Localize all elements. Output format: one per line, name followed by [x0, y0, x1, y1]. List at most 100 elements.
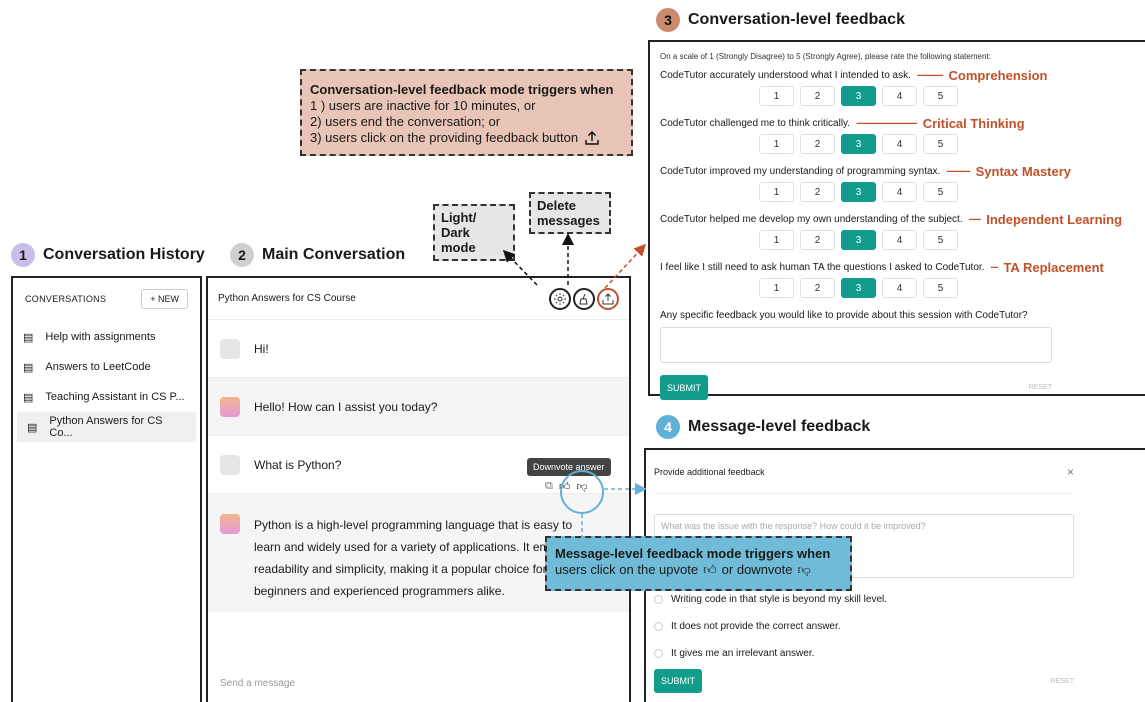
reset-button[interactable]: RESET [1051, 678, 1074, 685]
share-upload-icon [585, 131, 599, 145]
dimension-label: TA Replacement [1003, 260, 1104, 275]
survey-question: CodeTutor improved my understanding of p… [660, 164, 1136, 202]
likert-option[interactable]: 4 [882, 134, 917, 154]
likert-option[interactable]: 3 [841, 134, 876, 154]
sidebar-item-label: Help with assignments [45, 331, 156, 343]
likert-option[interactable]: 4 [882, 278, 917, 298]
question-text: I feel like I still need to ask human TA… [660, 262, 985, 273]
survey-actions: SUBMIT RESET [660, 375, 1052, 400]
delete-messages-button[interactable] [573, 287, 595, 310]
sidebar-item[interactable]: ▤ Answers to LeetCode [13, 352, 200, 382]
chat-icon: ▤ [23, 361, 34, 374]
note-text: or downvote [721, 562, 793, 577]
section-title: Conversation-level feedback [688, 11, 905, 28]
survey-question: CodeTutor challenged me to think critica… [660, 116, 1136, 154]
message-trigger-note: Message-level feedback mode triggers whe… [545, 536, 852, 591]
likert-scale: 12345 [759, 278, 1136, 298]
likert-option[interactable]: 3 [841, 182, 876, 202]
likert-option[interactable]: 5 [923, 182, 958, 202]
chat-icon: ▤ [23, 391, 34, 404]
sidebar-header: CONVERSATIONS + NEW [13, 278, 200, 320]
option-label: It gives me an irrelevant answer. [671, 648, 815, 659]
section-3-header: 3 Conversation-level feedback [656, 8, 905, 32]
sidebar-item[interactable]: ▤ Help with assignments [13, 322, 200, 352]
likert-option[interactable]: 4 [882, 86, 917, 106]
submit-button[interactable]: SUBMIT [654, 669, 702, 693]
likert-option[interactable]: 2 [800, 182, 835, 202]
note-line: 1 ) users are inactive for 10 minutes, o… [310, 98, 536, 113]
new-conversation-button[interactable]: + NEW [141, 289, 188, 309]
broom-icon [579, 293, 588, 304]
message-input[interactable]: Send a message [220, 678, 295, 689]
close-icon[interactable]: × [1067, 465, 1074, 479]
message-text: Hello! How can I assist you today? [254, 399, 438, 414]
option-label: It does not provide the correct answer. [671, 621, 841, 632]
theme-toggle-button[interactable] [549, 287, 571, 310]
sidebar-item-label: Teaching Assistant in CS P... [45, 391, 185, 403]
user-avatar [220, 454, 240, 475]
reset-button[interactable]: RESET [1029, 384, 1052, 391]
assistant-avatar [220, 514, 240, 534]
survey-question: CodeTutor accurately understood what I i… [660, 68, 1136, 106]
feedback-option[interactable]: It gives me an irrelevant answer. [654, 640, 1138, 667]
message-user: Hi! [208, 320, 629, 378]
survey-questions: CodeTutor accurately understood what I i… [660, 68, 1136, 298]
message-text: Hi! [254, 341, 269, 356]
survey-intro: On a scale of 1 (Strongly Disagree) to 5… [660, 52, 991, 61]
delete-callout: Delete messages [529, 192, 611, 234]
light-dark-callout: Light/ Dark mode [433, 204, 515, 261]
likert-option[interactable]: 1 [759, 182, 794, 202]
likert-option[interactable]: 2 [800, 230, 835, 250]
message-line: Python is a high-level programming langu… [254, 518, 573, 532]
chat-title: Python Answers for CS Course [218, 293, 356, 304]
conversation-history-panel: CONVERSATIONS + NEW ▤ Help with assignmen… [11, 276, 202, 702]
feedback-button[interactable] [597, 287, 619, 310]
copy-icon[interactable]: ⧉ [545, 480, 553, 493]
note-line-with-icon: 3) users click on the providing feedback… [310, 130, 623, 146]
note-line: 3) users click on the providing feedback… [310, 130, 579, 145]
likert-option[interactable]: 4 [882, 230, 917, 250]
question-row: CodeTutor accurately understood what I i… [660, 68, 1136, 83]
likert-option[interactable]: 3 [841, 230, 876, 250]
likert-option[interactable]: 3 [841, 278, 876, 298]
likert-option[interactable]: 1 [759, 86, 794, 106]
chat-icon: ▤ [27, 421, 38, 434]
likert-option[interactable]: 5 [923, 86, 958, 106]
likert-option[interactable]: 2 [800, 134, 835, 154]
open-question: Any specific feedback you would like to … [660, 310, 1028, 321]
likert-option[interactable]: 5 [923, 230, 958, 250]
message-text: What is Python? [254, 457, 342, 472]
likert-option[interactable]: 1 [759, 278, 794, 298]
question-row: I feel like I still need to ask human TA… [660, 260, 1136, 275]
thumbs-up-icon: 👍︎ [703, 562, 717, 577]
likert-option[interactable]: 2 [800, 86, 835, 106]
survey-question: CodeTutor helped me develop my own under… [660, 212, 1136, 250]
likert-option[interactable]: 2 [800, 278, 835, 298]
section-title: Conversation History [43, 246, 205, 263]
sidebar-item-active[interactable]: ▤ Python Answers for CS Co... [17, 412, 196, 442]
likert-option[interactable]: 5 [923, 134, 958, 154]
question-text: CodeTutor accurately understood what I i… [660, 70, 911, 81]
likert-option[interactable]: 1 [759, 230, 794, 250]
likert-option[interactable]: 1 [759, 134, 794, 154]
submit-button[interactable]: SUBMIT [660, 375, 708, 400]
likert-option[interactable]: 4 [882, 182, 917, 202]
dimension-label: Syntax Mastery [975, 164, 1072, 179]
section-number: 2 [230, 243, 254, 267]
section-title: Message-level feedback [688, 418, 871, 435]
dimension-label: Independent Learning [986, 212, 1123, 227]
feedback-option[interactable]: It does not provide the correct answer. [654, 613, 1138, 640]
sidebar-list: ▤ Help with assignments ▤ Answers to LeetC… [13, 320, 200, 442]
radio-icon [654, 595, 663, 604]
dialog-actions: SUBMIT RESET [654, 669, 1074, 693]
likert-option[interactable]: 5 [923, 278, 958, 298]
feedback-textarea[interactable] [660, 327, 1052, 363]
question-row: CodeTutor helped me develop my own under… [660, 212, 1136, 227]
dashed-connector: ----- [968, 214, 982, 225]
assistant-avatar [220, 396, 240, 417]
likert-option[interactable]: 3 [841, 86, 876, 106]
section-number: 3 [656, 8, 680, 32]
sidebar-item[interactable]: ▤ Teaching Assistant in CS P... [13, 382, 200, 412]
chat-controls [549, 287, 619, 310]
note-line: 2) users end the conversation; or [310, 114, 501, 129]
